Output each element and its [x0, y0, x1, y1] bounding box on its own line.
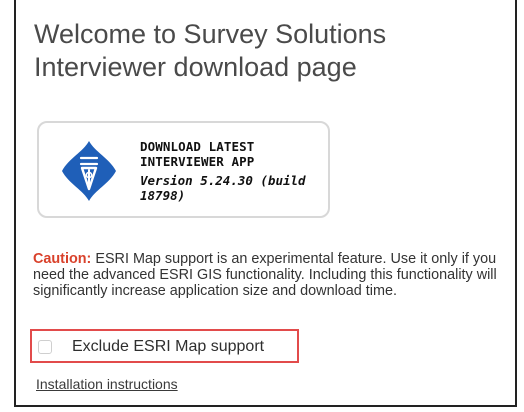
exclude-esri-checkbox[interactable] [38, 340, 52, 354]
installation-instructions-link[interactable]: Installation instructions [36, 376, 178, 392]
exclude-esri-option-highlight: Exclude ESRI Map support [30, 329, 299, 363]
download-card-text: DOWNLOAD LATEST INTERVIEWER APP Version … [140, 139, 320, 203]
pen-nib-logo-icon [62, 141, 116, 201]
page-title: Welcome to Survey Solutions Interviewer … [34, 19, 387, 82]
esri-caution-message: Caution: ESRI Map support is an experime… [33, 251, 503, 299]
download-page-panel: Welcome to Survey Solutions Interviewer … [14, 0, 517, 407]
exclude-esri-label[interactable]: Exclude ESRI Map support [72, 338, 264, 356]
caution-label: Caution: [33, 251, 92, 267]
app-version-label: Version 5.24.30 (build 18798) [140, 173, 306, 203]
download-latest-interviewer-app-button[interactable]: DOWNLOAD LATEST INTERVIEWER APP Version … [37, 121, 330, 218]
caution-text: ESRI Map support is an experimental feat… [33, 251, 497, 299]
download-card-title: DOWNLOAD LATEST INTERVIEWER APP [140, 139, 255, 169]
